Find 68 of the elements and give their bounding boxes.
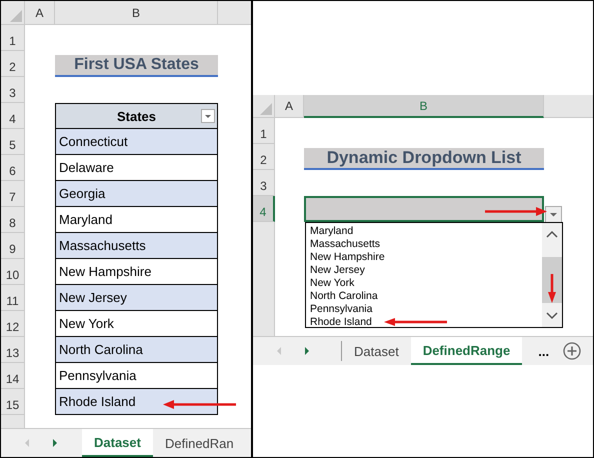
column-header[interactable]: B — [304, 95, 544, 118]
list-item[interactable]: Pennsylvania — [310, 303, 542, 316]
header-strip — [218, 1, 251, 25]
sheet-tab[interactable]: DefinedRange — [410, 337, 522, 365]
add-sheet-icon[interactable] — [563, 342, 582, 360]
select-all-icon — [260, 103, 272, 115]
list-item[interactable]: New Hampshire — [310, 251, 542, 264]
list-item[interactable]: New Jersey — [310, 264, 542, 277]
chevron-up-icon — [546, 230, 558, 238]
row-header[interactable]: 13 — [1, 337, 25, 363]
table-cell: New Hampshire — [55, 259, 218, 285]
column-label: States — [116, 108, 156, 124]
table-cell: Pennsylvania — [55, 363, 218, 389]
table-cell: Georgia — [55, 181, 218, 207]
scrollbar[interactable] — [542, 223, 562, 327]
scroll-right-icon — [51, 438, 59, 448]
row-header[interactable]: 15 — [1, 389, 25, 415]
sheet-title: Dynamic Dropdown List — [304, 148, 544, 170]
row-header[interactable]: 14 — [1, 363, 25, 389]
table-cell: New Jersey — [55, 285, 218, 311]
dropdown-button-icon[interactable] — [545, 206, 562, 223]
row-header[interactable]: 1 — [1, 25, 25, 51]
dropdown-cell[interactable] — [304, 196, 544, 222]
row-header[interactable]: 2 — [1, 51, 25, 77]
row-header[interactable]: 8 — [1, 207, 25, 233]
sheet-tab[interactable]: Dataset — [342, 337, 411, 365]
row-header[interactable]: 2 — [253, 144, 275, 170]
column-header[interactable]: A — [275, 95, 304, 118]
row-header[interactable]: 4 — [1, 103, 25, 129]
sheet-title: First USA States — [55, 54, 218, 78]
list-item[interactable]: Maryland — [310, 225, 542, 238]
column-header[interactable]: B — [55, 1, 218, 25]
row-header[interactable]: 11 — [1, 285, 25, 311]
table-cell: Delaware — [55, 155, 218, 181]
table-cell: Maryland — [55, 207, 218, 233]
chevron-down-icon — [546, 312, 558, 320]
filter-dropdown-icon — [201, 109, 215, 123]
scroll-right-icon — [303, 346, 311, 356]
pointer-arrow — [548, 273, 556, 303]
row-header[interactable]: 12 — [1, 311, 25, 337]
list-item[interactable]: New York — [310, 277, 542, 290]
row-header[interactable]: 9 — [1, 233, 25, 259]
row-header[interactable]: 7 — [1, 181, 25, 207]
row-header[interactable]: 10 — [1, 259, 25, 285]
select-all-icon — [10, 10, 22, 22]
table-cell: Connecticut — [55, 129, 218, 155]
row-header[interactable]: 1 — [253, 118, 275, 144]
table-cell: Massachusetts — [55, 233, 218, 259]
pointer-arrow — [384, 318, 448, 326]
list-item[interactable]: Massachusetts — [310, 238, 542, 251]
table-cell: Rhode Island — [55, 389, 218, 415]
table-cell: New York — [55, 311, 218, 337]
scroll-left-icon — [275, 346, 283, 356]
row-header[interactable]: 3 — [253, 170, 275, 196]
row-header[interactable]: 4 — [253, 196, 275, 222]
sheet-tab[interactable]: Dataset — [82, 429, 153, 457]
scroll-left-icon — [23, 438, 31, 448]
sheet-tab[interactable]: DefinedRan — [152, 429, 246, 457]
list-item[interactable]: North Carolina — [310, 290, 542, 303]
pointer-arrow — [484, 207, 547, 216]
more-tabs-button[interactable]: ... — [522, 337, 560, 365]
column-header[interactable]: A — [25, 1, 55, 25]
header-strip — [544, 95, 593, 118]
row-header[interactable]: 6 — [1, 155, 25, 181]
row-header[interactable]: 5 — [1, 129, 25, 155]
row-header[interactable]: 3 — [1, 77, 25, 103]
list-item[interactable]: Rhode Island — [310, 316, 542, 329]
table-cell: North Carolina — [55, 337, 218, 363]
